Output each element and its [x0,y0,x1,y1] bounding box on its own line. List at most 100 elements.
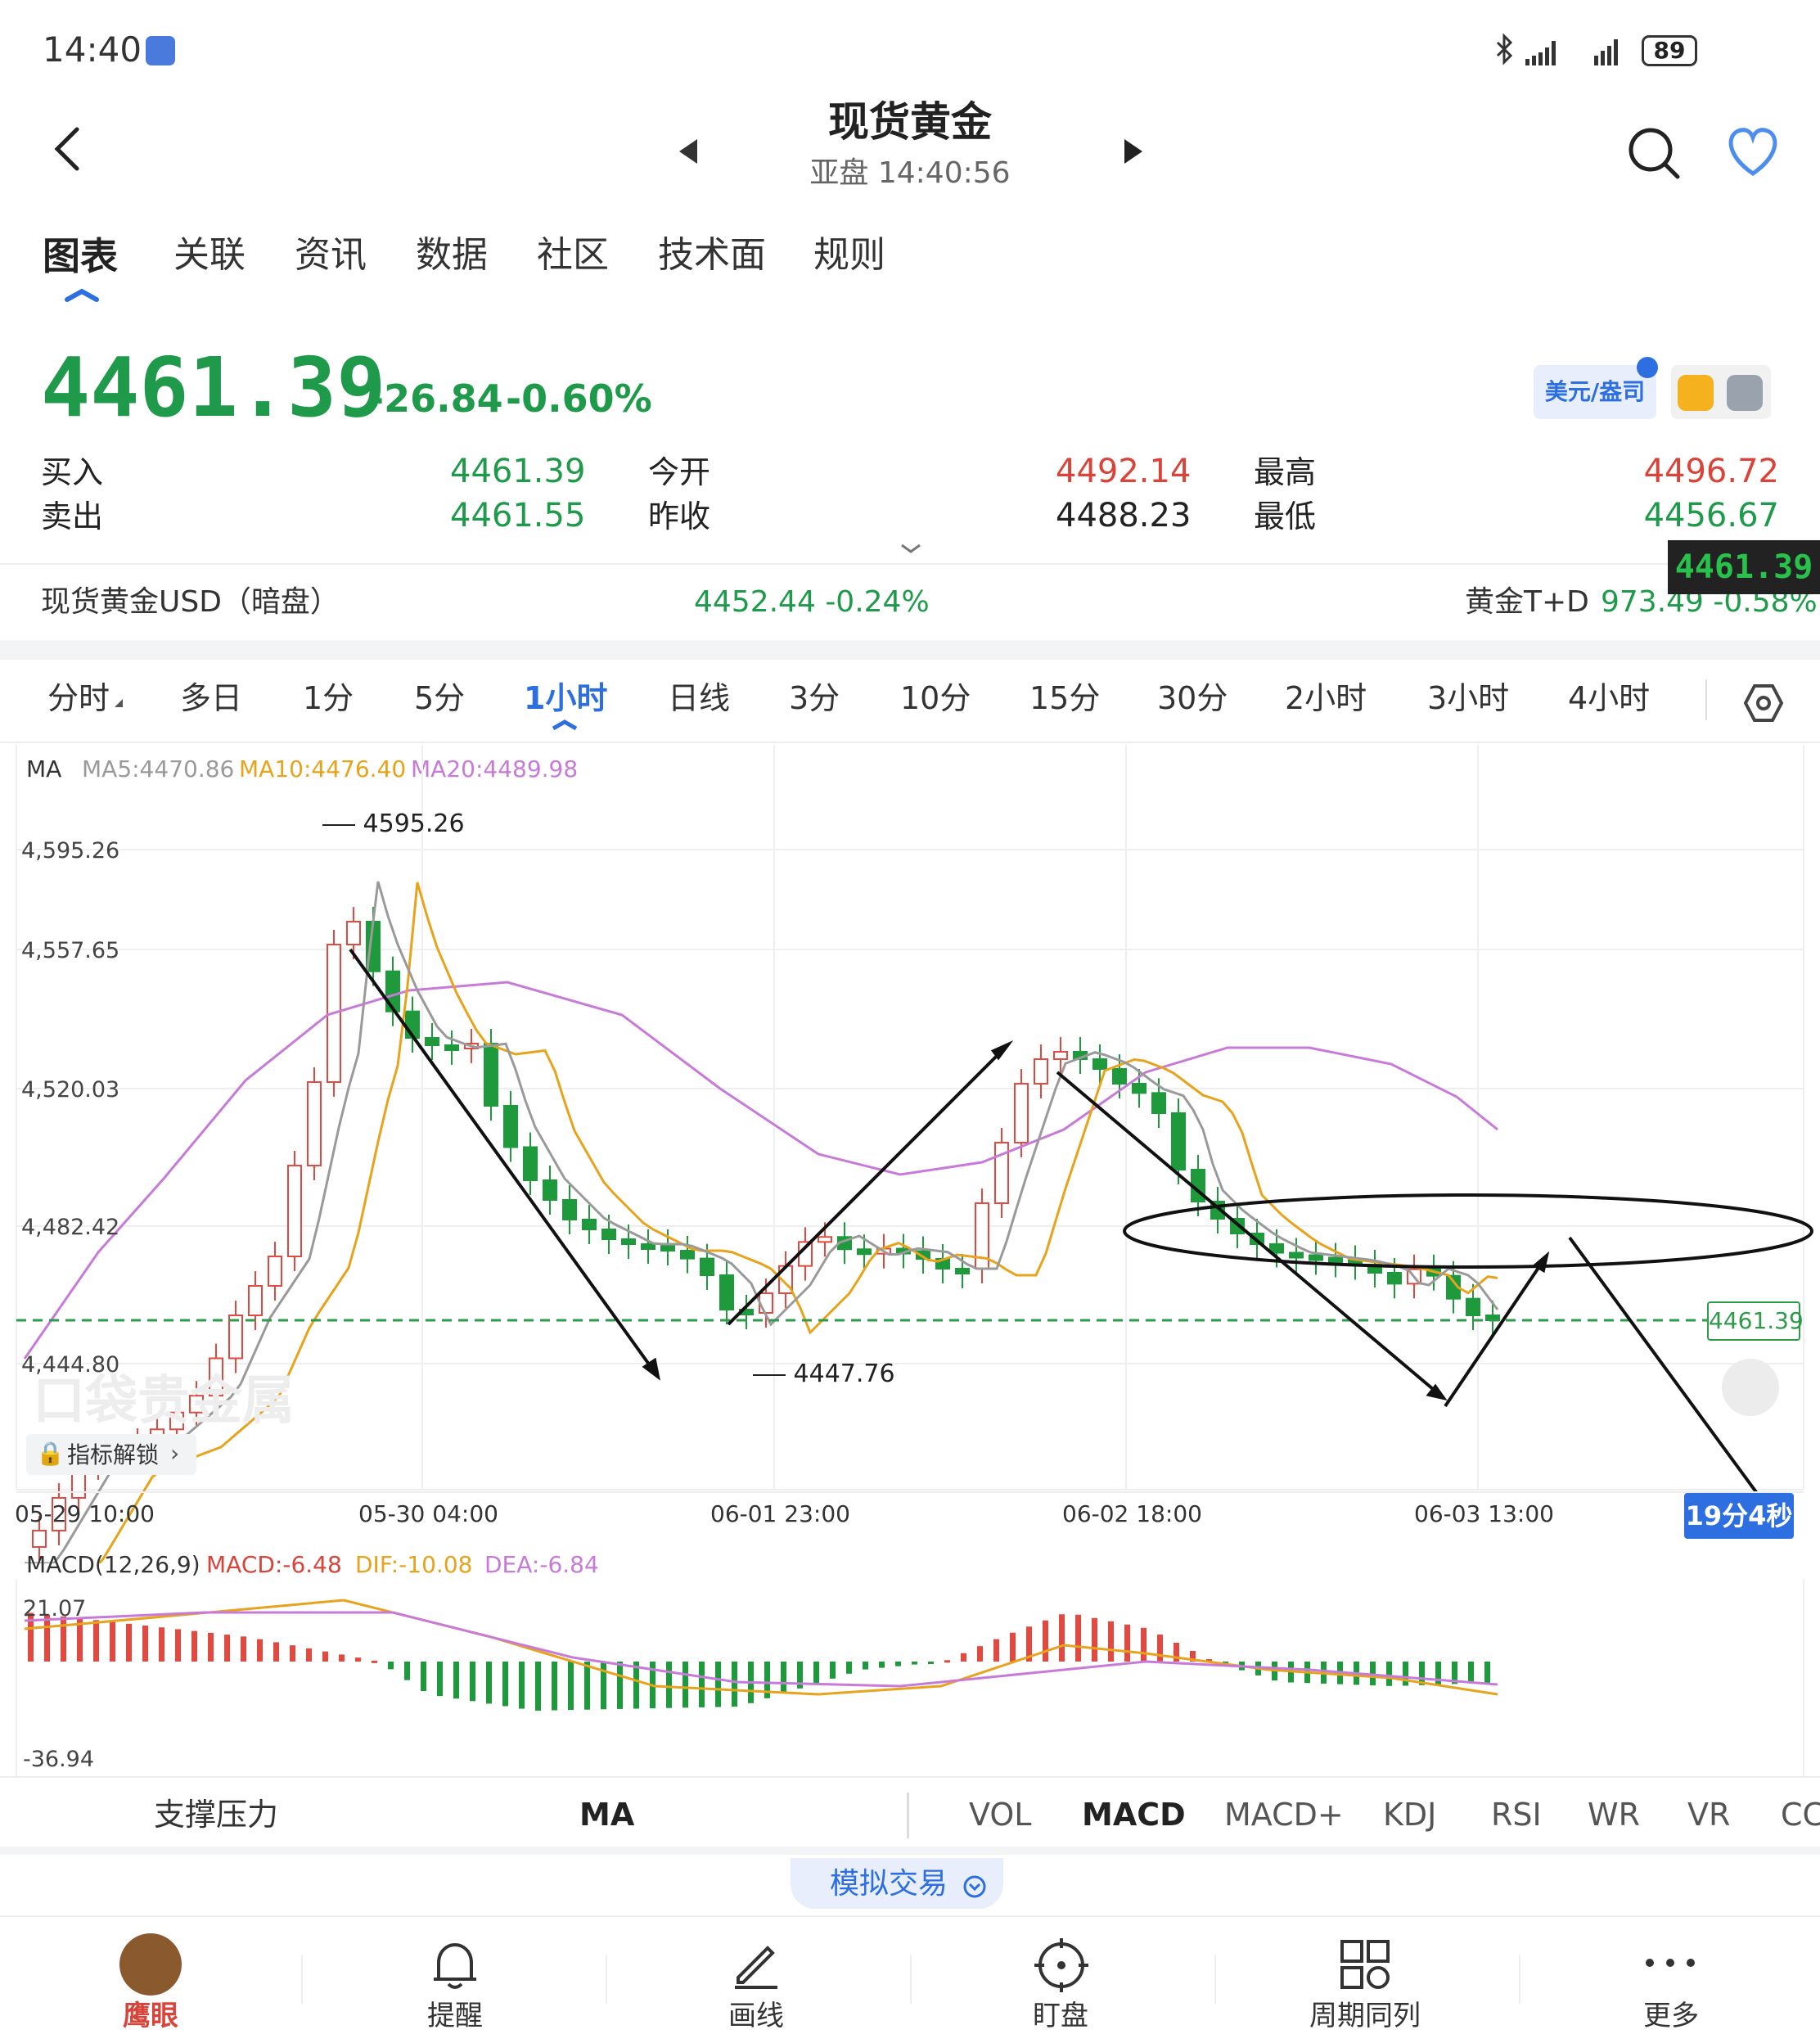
period-timeshare[interactable]: 分时 [47,683,110,714]
x-tick: 05-30 04:00 [358,1500,498,1527]
period-1h[interactable]: 1小时 [524,683,607,714]
tab-technical[interactable]: 技术面 [658,237,766,273]
period-15m[interactable]: 15分 [1029,683,1100,714]
nav-alert[interactable]: 提醒 [427,2002,483,2030]
nav-period-compare[interactable]: 周期同列 [1309,2002,1421,2030]
lock-icon: 🔒 [36,1440,65,1467]
rsi-tab[interactable]: RSI [1491,1799,1542,1830]
vr-tab[interactable]: VR [1687,1799,1730,1830]
status-time: 14:40 [43,29,142,70]
period-2h[interactable]: 2小时 [1285,683,1367,714]
x-tick: 06-02 18:00 [1062,1500,1202,1527]
tab-related[interactable]: 关联 [173,237,246,273]
x-tick: 06-03 13:00 [1414,1500,1554,1527]
candle [621,1238,636,1245]
period-multiday[interactable]: 多日 [180,683,242,714]
period-4h[interactable]: 4小时 [1568,683,1650,714]
candle [543,1179,557,1201]
divider [1214,1955,1216,2004]
macd-bar [699,1662,705,1707]
candle [268,1256,282,1287]
period-3h[interactable]: 3小时 [1427,683,1509,714]
divider [606,1955,607,2004]
macd-bar [93,1620,99,1662]
period-10m[interactable]: 10分 [900,683,971,714]
bell-icon[interactable] [432,1940,478,1992]
candle [1053,1051,1068,1060]
tab-rules[interactable]: 规则 [813,237,885,273]
favorite-heart-icon[interactable] [1723,124,1782,178]
bluetooth-icon [1496,33,1513,65]
macd-bar [404,1662,410,1680]
macd-bar [1043,1620,1048,1662]
cci-tab[interactable]: CC [1781,1799,1820,1830]
support-resistance-tab[interactable]: 支撑压力 [154,1799,278,1830]
macd-plus-tab[interactable]: MACD+ [1224,1799,1344,1830]
sim-trade-button[interactable]: 模拟交易 [791,1858,1003,1909]
candle [759,1292,773,1314]
period-3m[interactable]: 3分 [789,683,840,714]
next-arrow-icon[interactable] [1121,138,1146,165]
chart-settings-icon[interactable] [1743,683,1784,724]
nav-eagle-eye[interactable]: 鹰眼 [123,2002,178,2030]
macd-bar [519,1662,525,1709]
macd-bar [1124,1624,1130,1662]
tab-data[interactable]: 数据 [416,237,488,273]
macd-bar [339,1654,345,1662]
macd-bar [44,1614,50,1662]
macd-tab[interactable]: MACD [1082,1799,1186,1830]
tab-community[interactable]: 社区 [537,237,609,273]
settings-badge-icon[interactable] [1727,375,1763,411]
candle [562,1199,577,1220]
period-30m[interactable]: 30分 [1157,683,1228,714]
more-icon[interactable] [1642,1955,1699,1971]
grid-clock-icon[interactable] [1339,1938,1391,1991]
period-1m[interactable]: 1分 [303,683,354,714]
timer-icon[interactable] [1678,375,1714,411]
fullscreen-icon[interactable] [1722,1359,1779,1416]
tab-news[interactable]: 资讯 [295,237,367,273]
high-marker-label: 4595.26 [322,812,465,837]
macd-bar [372,1660,377,1663]
gold-td-label[interactable]: 黄金T+D [1465,588,1589,617]
period-day[interactable]: 日线 [668,683,730,714]
macd-bar [944,1660,950,1663]
nav-watch[interactable]: 盯盘 [1033,2002,1088,2030]
wr-tab[interactable]: WR [1588,1799,1640,1830]
tab-chart[interactable]: 图表 [43,237,118,275]
nav-more[interactable]: 更多 [1643,2002,1699,2030]
period-5m[interactable]: 5分 [414,683,465,714]
section-gap [0,640,1820,660]
x-tick: 06-01 23:00 [710,1500,850,1527]
candle [719,1274,734,1310]
switch-unit-icon [1637,357,1658,378]
vol-tab[interactable]: VOL [969,1799,1031,1830]
candlestick-chart[interactable] [0,745,1820,1563]
prev-close-label: 昨收 [648,498,711,534]
signal-icon-2 [1594,39,1618,65]
ma-tab[interactable]: MA [579,1799,634,1830]
y-tick: 4,520.03 [21,1077,120,1103]
candle [1151,1092,1166,1115]
draw-pen-icon[interactable] [732,1940,781,1989]
divider [0,742,1820,743]
kdj-tab[interactable]: KDJ [1383,1799,1436,1830]
macd-bar [355,1657,361,1662]
macd-bar [437,1662,443,1697]
page-title: 现货黄金 [828,98,992,146]
high-marker-value: 4595.26 [363,810,465,838]
price-change: -26.84 [368,377,503,421]
unlock-label: 指标解锁 [67,1441,160,1468]
candle [307,1081,322,1166]
unlock-indicators-button[interactable]: 🔒 指标解锁 › [26,1434,196,1475]
candles [32,907,1500,1562]
high-value: 4496.72 [1643,453,1779,490]
period-active-indicator [552,719,578,731]
eagle-eye-icon[interactable] [119,1933,182,1996]
expand-chevron-icon[interactable] [899,542,923,555]
nav-draw[interactable]: 画线 [728,2002,784,2030]
chevron-circle-icon [963,1875,986,1898]
search-icon[interactable] [1625,124,1683,182]
watch-target-icon[interactable] [1033,1937,1090,1994]
marker-line [753,1373,786,1376]
